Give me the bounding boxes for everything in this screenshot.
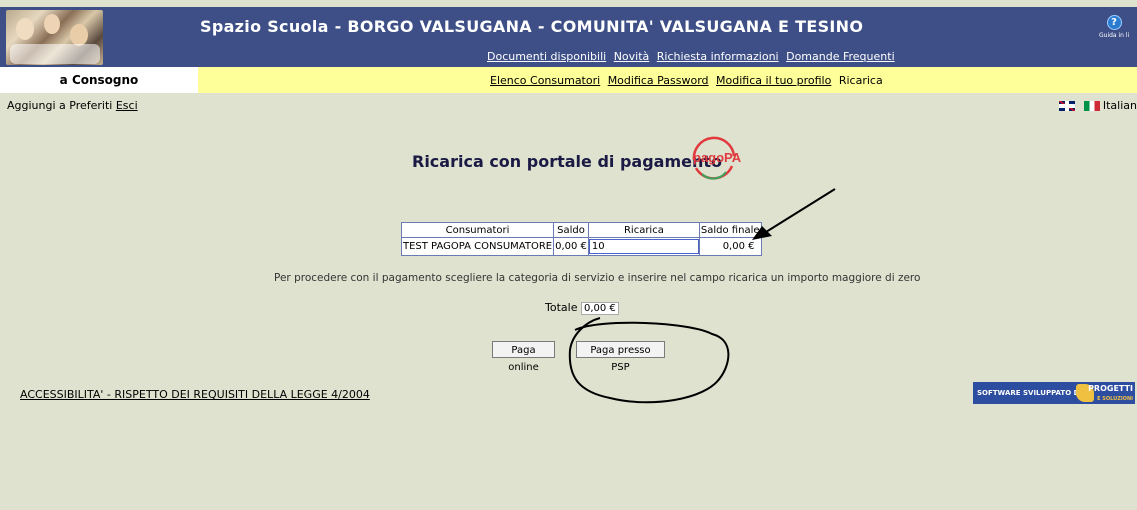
link-modifica-password[interactable]: Modifica Password xyxy=(608,74,709,87)
table-row: TEST PAGOPA CONSUMATORE 0,00 € 0,00 € xyxy=(400,237,762,256)
link-modifica-profilo[interactable]: Modifica il tuo profilo xyxy=(716,74,831,87)
logout-link[interactable]: Esci xyxy=(116,99,138,112)
table-header-row: Consumatori Saldo Ricarica Saldo finale xyxy=(400,222,762,238)
accessibility-link[interactable]: ACCESSIBILITA' - RISPETTO DEI REQUISITI … xyxy=(20,388,370,401)
link-domande-frequenti[interactable]: Domande Frequenti xyxy=(786,50,895,63)
saldo-finale-value: 0,00 € xyxy=(698,237,762,256)
ricarica-input[interactable] xyxy=(588,239,699,254)
nav-links: Elenco Consumatori Modifica Password Mod… xyxy=(490,74,883,87)
col-ricarica: Ricarica xyxy=(587,222,700,238)
saldo-value: 0,00 € xyxy=(553,237,589,256)
paga-psp-button[interactable]: Paga presso PSP xyxy=(576,341,665,373)
help-button[interactable]: ? Guida in li xyxy=(1099,15,1129,39)
sponsor-banner[interactable]: SOFTWARE SVILUPPATO DA PROGETTI E SOLUZIO… xyxy=(973,382,1135,404)
instructions-text: Per procedere con il pagamento scegliere… xyxy=(274,272,921,284)
link-novita[interactable]: Novità xyxy=(614,50,650,63)
col-saldo: Saldo xyxy=(553,222,589,238)
accessibility-notice: ACCESSIBILITA' - RISPETTO DEI REQUISITI … xyxy=(20,388,370,401)
totale-value: 0,00 € xyxy=(580,302,619,315)
pagopa-logo-text: pagoPA xyxy=(693,150,742,165)
paga-online-button[interactable]: Paga online xyxy=(492,341,555,373)
site-title: Spazio Scuola - BORGO VALSUGANA - COMUNI… xyxy=(200,17,864,36)
ricarica-table: Consumatori Saldo Ricarica Saldo finale … xyxy=(400,222,762,256)
totale-label: Totale xyxy=(545,301,578,314)
page-title: Ricarica con portale di pagamento xyxy=(412,152,722,171)
col-saldo-finale: Saldo finale xyxy=(698,222,762,238)
ricarica-cell xyxy=(587,237,700,256)
pagopa-logo-icon: pagoPA xyxy=(692,136,742,180)
help-icon: ? xyxy=(1106,15,1122,30)
top-links: Documenti disponibili Novità Richiesta i… xyxy=(487,50,899,63)
uk-flag-icon[interactable] xyxy=(1058,101,1075,111)
sponsor-text: SOFTWARE SVILUPPATO DA xyxy=(977,389,1085,397)
nav-current-ricarica: Ricarica xyxy=(838,74,883,87)
link-richiesta-informazioni[interactable]: Richiesta informazioni xyxy=(657,50,779,63)
sponsor-brand: PROGETTI E SOLUZIONI xyxy=(1088,384,1133,402)
language-label: Italian xyxy=(1102,99,1137,112)
header-photo xyxy=(6,10,103,65)
nav-bar: a Consogno Elenco Consumatori Modifica P… xyxy=(0,67,1137,93)
nav-user-label: a Consogno xyxy=(0,67,198,93)
help-label: Guida in li xyxy=(1099,32,1130,39)
add-favorites-link[interactable]: Aggiungi a Preferiti xyxy=(7,99,112,112)
language-selector: Italian xyxy=(1058,99,1137,112)
col-consumatori: Consumatori xyxy=(400,222,555,238)
site-header: Spazio Scuola - BORGO VALSUGANA - COMUNI… xyxy=(0,7,1137,67)
link-documenti-disponibili[interactable]: Documenti disponibili xyxy=(487,50,606,63)
prefs-links: Aggiungi a Preferiti Esci xyxy=(7,99,138,112)
totale: Totale 0,00 € xyxy=(545,301,619,315)
link-elenco-consumatori[interactable]: Elenco Consumatori xyxy=(490,74,600,87)
consumatore-name: TEST PAGOPA CONSUMATORE xyxy=(400,237,555,256)
italy-flag-icon[interactable] xyxy=(1083,101,1100,111)
